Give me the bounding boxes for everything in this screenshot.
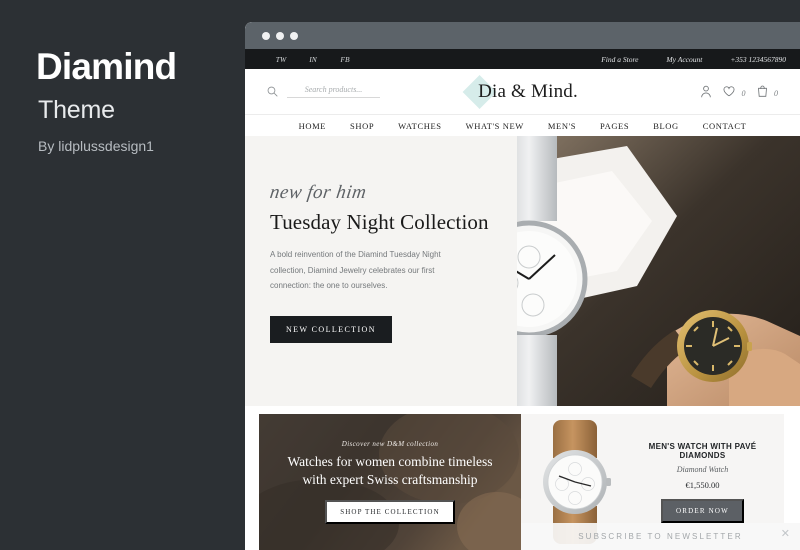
hero-eyebrow: new for him <box>268 182 368 203</box>
nav-item-blog[interactable]: BLOG <box>653 121 679 131</box>
shop-the-collection-button[interactable]: SHOP THE COLLECTION <box>325 499 455 524</box>
nav-item-contact[interactable]: CONTACT <box>703 121 747 131</box>
women-banner-content: Discover new D&M collection Watches for … <box>259 414 521 550</box>
product-info: MEN'S WATCH WITH PAVÉ DIAMONDS Diamond W… <box>629 442 784 523</box>
search-icon <box>267 86 278 97</box>
nav-item-shop[interactable]: SHOP <box>350 121 374 131</box>
wishlist-count: 0 <box>741 88 746 98</box>
nav-item-whats-new[interactable]: WHAT'S NEW <box>466 121 524 131</box>
link-find-a-store[interactable]: Find a Store <box>587 49 652 69</box>
desktop-logo-text: Dia & Mind. <box>478 80 578 102</box>
nav-item-mens[interactable]: MEN'S <box>548 121 576 131</box>
product-category: Diamond Watch <box>676 464 729 474</box>
desktop-newsletter-title: SUBSCRIBE TO NEWSLETTER <box>578 532 743 541</box>
order-now-button[interactable]: ORDER NOW <box>661 498 744 523</box>
link-phone[interactable]: +353 1234567890 <box>716 49 800 69</box>
account-icon <box>701 85 711 98</box>
women-banner-title: Watches for women combine timeless with … <box>287 454 493 487</box>
social-link-instagram[interactable]: IN <box>297 49 329 69</box>
cart-button[interactable]: 0 <box>757 83 778 101</box>
desktop-topbar: TW IN FB Find a Store My Account +353 12… <box>245 49 800 69</box>
desktop-logo[interactable]: Dia & Mind. <box>462 74 578 109</box>
link-my-account[interactable]: My Account <box>652 49 716 69</box>
shopping-bag-icon <box>757 85 767 97</box>
women-collection-banner[interactable]: Discover new D&M collection Watches for … <box>259 414 521 550</box>
promo-panel: Diamind Theme By lidplussdesign1 <box>0 0 245 550</box>
hero-title: Tuesday Night Collection <box>270 210 489 234</box>
hero-content: new for him Tuesday Night Collection A b… <box>245 136 528 406</box>
hero-description: A bold reinvention of the Diamind Tuesda… <box>270 250 441 291</box>
nav-item-home[interactable]: HOME <box>299 121 326 131</box>
header-icon-group: 0 0 <box>700 83 778 101</box>
wishlist-button[interactable]: 0 <box>723 83 746 101</box>
wishlist-heart-icon <box>723 86 735 97</box>
search-input[interactable]: Search products... <box>287 85 380 98</box>
desktop-browser-chrome <box>245 22 800 49</box>
nav-item-watches[interactable]: WATCHES <box>398 121 441 131</box>
product-name: MEN'S WATCH WITH PAVÉ DIAMONDS <box>648 441 757 460</box>
theme-subtitle: Theme <box>38 96 115 124</box>
desktop-preview: TW IN FB Find a Store My Account +353 12… <box>245 22 800 550</box>
window-dot-close[interactable] <box>262 31 270 40</box>
search-area[interactable]: Search products... <box>267 85 380 98</box>
nav-item-pages[interactable]: PAGES <box>600 121 629 131</box>
hero-section: new for him Tuesday Night Collection A b… <box>245 136 800 406</box>
hero-image <box>517 136 800 406</box>
main-navigation: HOME SHOP WATCHES WHAT'S NEW MEN'S PAGES… <box>245 114 800 136</box>
window-dot-maximize[interactable] <box>290 31 298 40</box>
social-link-facebook[interactable]: FB <box>329 49 361 69</box>
theme-title: Diamind <box>36 46 177 87</box>
hero-watch-photo <box>517 136 800 406</box>
social-link-twitter[interactable]: TW <box>265 49 297 69</box>
desktop-header: Search products... Dia & Mind. 0 0 <box>245 69 800 114</box>
account-button[interactable] <box>700 83 712 101</box>
window-dot-minimize[interactable] <box>276 31 284 40</box>
women-banner-eyebrow: Discover new D&M collection <box>341 440 439 449</box>
close-icon[interactable]: ✕ <box>781 529 790 540</box>
product-price: €1,550.00 <box>685 479 720 490</box>
theme-author: By lidplussdesign1 <box>38 138 154 154</box>
desktop-newsletter-popup: SUBSCRIBE TO NEWSLETTER ✕ <box>521 523 800 550</box>
new-collection-button[interactable]: NEW COLLECTION <box>270 315 392 343</box>
cart-count: 0 <box>774 88 778 98</box>
